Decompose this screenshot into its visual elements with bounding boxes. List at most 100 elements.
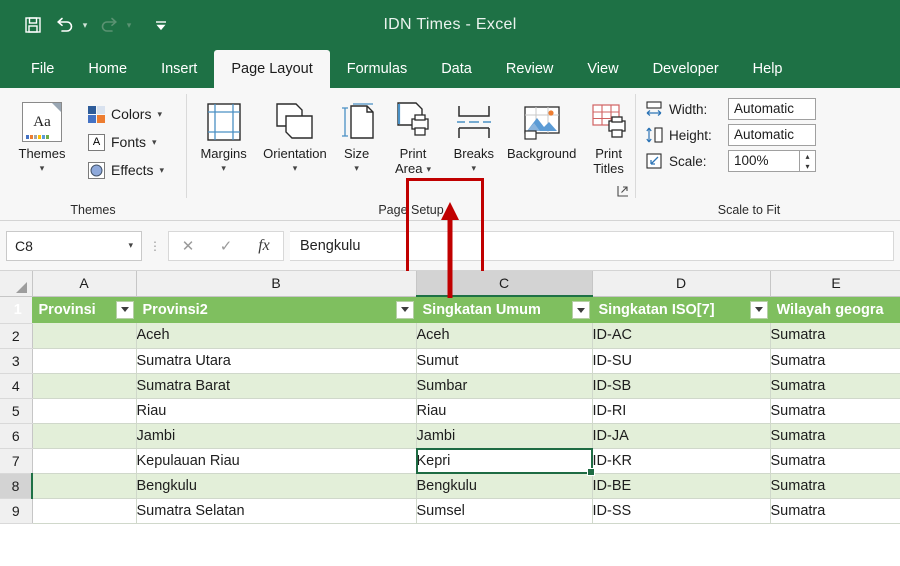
filter-button-b[interactable] (395, 300, 414, 319)
cell-a4[interactable] (32, 373, 137, 399)
table-header-cell-b1[interactable]: Provinsi2 (136, 296, 417, 323)
theme-effects-dropdown-icon[interactable]: ▾ (160, 165, 165, 176)
cell-b8[interactable]: Bengkulu (136, 473, 417, 499)
table-header-cell-d1[interactable]: Singkatan ISO[7] (592, 296, 771, 323)
cell-d5[interactable]: ID-RI (592, 398, 771, 424)
row-header-4[interactable]: 4 (0, 373, 33, 399)
cell-d9[interactable]: ID-SS (592, 498, 771, 524)
cell-d7[interactable]: ID-KR (592, 448, 771, 474)
cell-c7[interactable]: Kepri (416, 448, 593, 474)
filter-button-d[interactable] (749, 300, 768, 319)
tab-file[interactable]: File (14, 50, 71, 88)
enter-icon[interactable]: ✓ (207, 237, 245, 255)
theme-colors-dropdown-icon[interactable]: ▾ (157, 109, 162, 120)
size-dropdown-icon[interactable]: ▾ (354, 162, 359, 174)
cell-a2[interactable] (32, 323, 137, 349)
cell-a7[interactable] (32, 448, 137, 474)
scale-field[interactable]: 100% (728, 150, 800, 172)
background-button[interactable]: Background (501, 94, 582, 161)
row-header-8[interactable]: 8 (0, 473, 33, 499)
save-icon[interactable] (18, 10, 48, 40)
cell-e6[interactable]: Sumatra (770, 423, 900, 449)
orientation-dropdown-icon[interactable]: ▾ (293, 162, 298, 174)
row-header-6[interactable]: 6 (0, 423, 33, 449)
table-header-cell-e1[interactable]: Wilayah geogra (770, 296, 900, 323)
tab-review[interactable]: Review (489, 50, 571, 88)
tab-help[interactable]: Help (736, 50, 800, 88)
select-all-corner[interactable] (0, 271, 33, 297)
scale-stepper[interactable]: 100% ▴ ▾ (728, 150, 816, 172)
cell-b3[interactable]: Sumatra Utara (136, 348, 417, 374)
cell-a3[interactable] (32, 348, 137, 374)
cell-a5[interactable] (32, 398, 137, 424)
table-header-cell-a1[interactable]: Provinsi (32, 296, 137, 323)
cell-b2[interactable]: Aceh (136, 323, 417, 349)
cell-e7[interactable]: Sumatra (770, 448, 900, 474)
cell-b4[interactable]: Sumatra Barat (136, 373, 417, 399)
width-field[interactable]: Automatic (728, 98, 816, 120)
redo-dropdown-icon[interactable]: ▾ (122, 20, 136, 31)
cell-e5[interactable]: Sumatra (770, 398, 900, 424)
tab-page-layout[interactable]: Page Layout (214, 50, 330, 88)
cell-d3[interactable]: ID-SU (592, 348, 771, 374)
cell-a6[interactable] (32, 423, 137, 449)
cell-e3[interactable]: Sumatra (770, 348, 900, 374)
filter-button-a[interactable] (115, 300, 134, 319)
cell-e4[interactable]: Sumatra (770, 373, 900, 399)
table-header-cell-c1[interactable]: Singkatan Umum (416, 296, 593, 323)
themes-dropdown-icon[interactable]: ▾ (40, 162, 45, 174)
cell-b6[interactable]: Jambi (136, 423, 417, 449)
cell-b9[interactable]: Sumatra Selatan (136, 498, 417, 524)
row-header-2[interactable]: 2 (0, 323, 33, 349)
column-header-e[interactable]: E (770, 271, 900, 297)
cell-c6[interactable]: Jambi (416, 423, 593, 449)
cell-b5[interactable]: Riau (136, 398, 417, 424)
tab-view[interactable]: View (570, 50, 635, 88)
customize-qat-icon[interactable] (146, 10, 176, 40)
orientation-button[interactable]: Orientation ▾ (256, 94, 334, 174)
cell-d6[interactable]: ID-JA (592, 423, 771, 449)
row-header-3[interactable]: 3 (0, 348, 33, 374)
scale-decrease-icon[interactable]: ▾ (800, 161, 815, 171)
cell-c2[interactable]: Aceh (416, 323, 593, 349)
breaks-button[interactable]: Breaks ▾ (446, 94, 501, 174)
theme-fonts-button[interactable]: A Fonts ▾ (84, 128, 168, 156)
theme-effects-button[interactable]: Effects ▾ (84, 156, 168, 184)
cancel-icon[interactable]: ✕ (169, 237, 207, 255)
cell-a9[interactable] (32, 498, 137, 524)
insert-function-icon[interactable]: fx (245, 237, 283, 255)
scale-increase-icon[interactable]: ▴ (800, 151, 815, 161)
row-header-5[interactable]: 5 (0, 398, 33, 424)
cell-e8[interactable]: Sumatra (770, 473, 900, 499)
cell-e9[interactable]: Sumatra (770, 498, 900, 524)
tab-insert[interactable]: Insert (144, 50, 214, 88)
name-box[interactable]: C8 ▾ (6, 230, 142, 261)
cell-d2[interactable]: ID-AC (592, 323, 771, 349)
print-area-button[interactable]: Print Area ▾ (380, 94, 447, 176)
undo-dropdown-icon[interactable]: ▾ (78, 20, 92, 31)
column-header-d[interactable]: D (592, 271, 771, 297)
theme-fonts-dropdown-icon[interactable]: ▾ (152, 137, 157, 148)
cell-c9[interactable]: Sumsel (416, 498, 593, 524)
page-setup-dialog-launcher-icon[interactable] (617, 185, 629, 200)
cell-d8[interactable]: ID-BE (592, 473, 771, 499)
undo-icon[interactable] (50, 10, 80, 40)
row-header-9[interactable]: 9 (0, 498, 33, 524)
cell-c3[interactable]: Sumut (416, 348, 593, 374)
cell-e2[interactable]: Sumatra (770, 323, 900, 349)
cell-d4[interactable]: ID-SB (592, 373, 771, 399)
cell-b7[interactable]: Kepulauan Riau (136, 448, 417, 474)
cell-c5[interactable]: Riau (416, 398, 593, 424)
breaks-dropdown-icon[interactable]: ▾ (472, 162, 477, 174)
height-field[interactable]: Automatic (728, 124, 816, 146)
tab-data[interactable]: Data (424, 50, 489, 88)
tab-home[interactable]: Home (71, 50, 144, 88)
print-area-dropdown-icon[interactable]: ▾ (426, 163, 431, 175)
print-titles-button[interactable]: Print Titles (582, 94, 635, 176)
row-header-7[interactable]: 7 (0, 448, 33, 474)
themes-button[interactable]: Aa Themes ▾ (6, 94, 78, 174)
tab-developer[interactable]: Developer (636, 50, 736, 88)
cell-c8[interactable]: Bengkulu (416, 473, 593, 499)
name-box-dropdown-icon[interactable]: ▾ (128, 240, 133, 251)
formula-input[interactable]: Bengkulu (290, 230, 894, 261)
